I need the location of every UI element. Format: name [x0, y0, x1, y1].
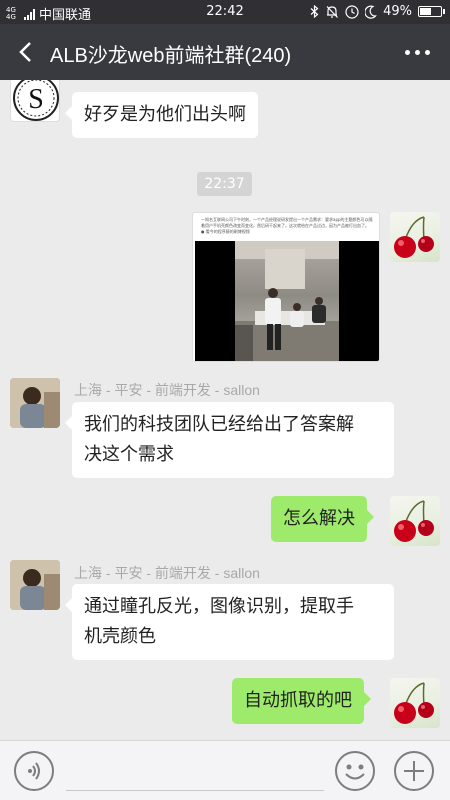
message-bubble[interactable]: 通过瞳孔反光，图像识别，提取手 机壳颜色 — [65, 584, 394, 660]
cherry-avatar[interactable] — [390, 678, 440, 728]
status-bar: 4G 4G 中国联通 22:42 49% — [0, 0, 450, 24]
message-bubble[interactable]: 自动抓取的吧 — [232, 678, 371, 724]
input-bar — [0, 740, 450, 800]
message-line: 我们的科技团队已经给出了答案解 — [84, 414, 354, 435]
wifi-icon — [345, 4, 359, 19]
chat-timestamp: 22:37 — [197, 172, 252, 196]
svg-text:S: S — [28, 84, 44, 115]
message-text: 自动抓取的吧 — [244, 690, 352, 711]
status-right: 49% — [310, 4, 445, 19]
moon-icon — [365, 5, 377, 19]
chat-title: ALB沙龙web前端社群(240) — [50, 45, 292, 67]
message-line: 决这个需求 — [84, 444, 174, 465]
shared-video-image[interactable]: 一知名互联网公司下午时刻，一个产品经理说研发提出一个产品需求：要求app的主题颜… — [192, 212, 380, 362]
battery-percent: 49% — [383, 4, 412, 19]
message-bubble[interactable]: 怎么解决 — [271, 496, 374, 542]
message-bubble[interactable]: 好歹是为他们出头啊 — [65, 92, 258, 138]
person-avatar[interactable] — [10, 560, 60, 610]
s-logo-avatar[interactable]: S — [10, 80, 60, 122]
message-text: 怎么解决 — [283, 508, 355, 529]
bluetooth-icon — [310, 5, 319, 18]
message-text: 好歹是为他们出头啊 — [84, 104, 246, 125]
message-line: 机壳颜色 — [84, 626, 156, 647]
message-bubble[interactable]: 我们的科技团队已经给出了答案解 决这个需求 — [65, 402, 394, 478]
alarm-icon — [326, 5, 339, 18]
message-line: 通过瞳孔反光，图像识别，提取手 — [84, 596, 354, 617]
cherry-avatar[interactable] — [390, 496, 440, 546]
message-input[interactable] — [66, 790, 324, 791]
back-chevron-icon[interactable] — [14, 38, 38, 66]
image-caption: 一知名互联网公司下午时刻，一个产品经理说研发提出一个产品需求：要求app的主题颜… — [201, 217, 373, 234]
voice-icon[interactable] — [14, 751, 54, 791]
person-avatar[interactable] — [10, 378, 60, 428]
video-frame — [195, 241, 379, 361]
sender-name: 上海 - 平安 - 前端开发 - sallon — [74, 565, 260, 581]
sender-name: 上海 - 平安 - 前端开发 - sallon — [74, 382, 260, 398]
chat-header: ALB沙龙web前端社群(240) — [0, 24, 450, 80]
more-dots-icon[interactable] — [402, 42, 432, 62]
plus-icon[interactable] — [394, 751, 434, 791]
chat-messages[interactable]: S 好歹是为他们出头啊 22:37 一知名互联网公司下午时刻，一个产品经理说研发… — [0, 80, 450, 740]
cherry-avatar[interactable] — [390, 212, 440, 262]
emoji-icon[interactable] — [335, 751, 375, 791]
video-scene — [235, 241, 339, 361]
battery-icon — [418, 6, 445, 17]
